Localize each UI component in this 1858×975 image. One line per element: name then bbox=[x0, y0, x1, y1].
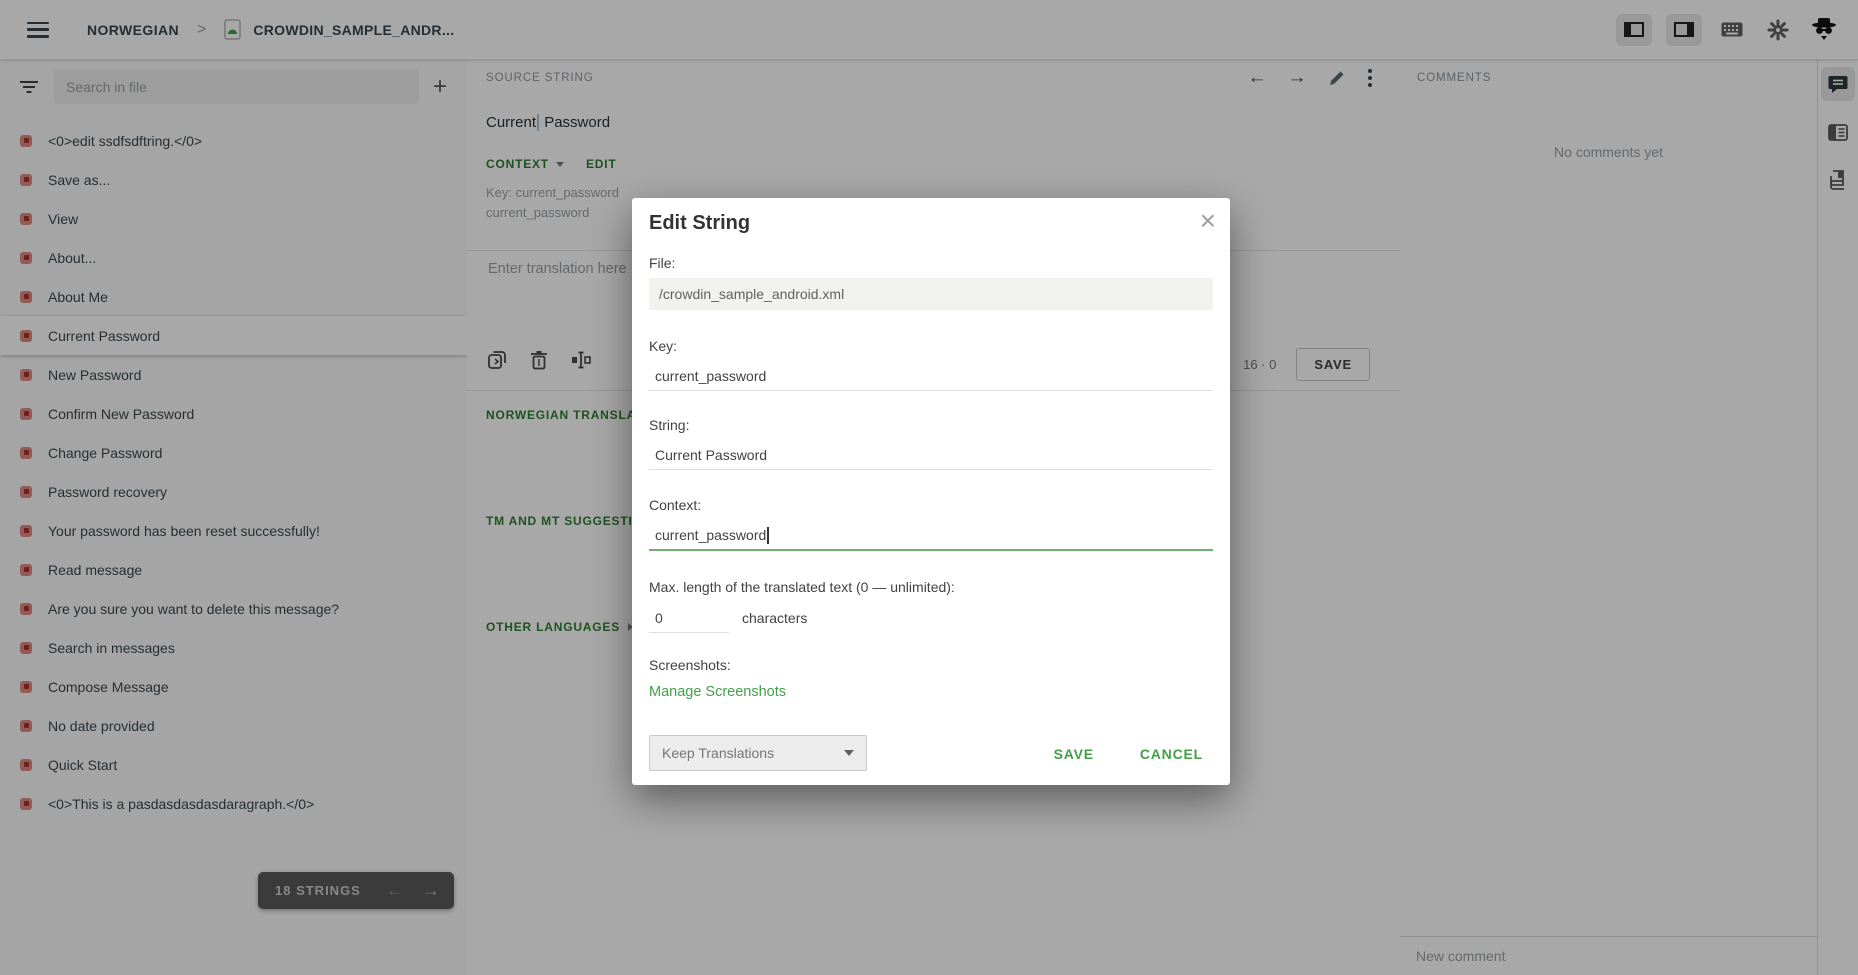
file-label: File: bbox=[649, 255, 675, 271]
modal-title: Edit String bbox=[649, 212, 750, 235]
key-label: Key: bbox=[649, 338, 677, 354]
modal-cancel-button[interactable]: CANCEL bbox=[1130, 738, 1213, 770]
manage-screenshots-link[interactable]: Manage Screenshots bbox=[649, 684, 786, 700]
screenshots-label: Screenshots: bbox=[649, 657, 731, 673]
maxlen-input[interactable] bbox=[649, 604, 729, 633]
maxlen-unit: characters bbox=[742, 610, 807, 626]
text-cursor bbox=[767, 527, 769, 544]
string-label: String: bbox=[649, 417, 689, 433]
keep-translations-value: Keep Translations bbox=[662, 745, 774, 761]
context-input[interactable]: current_password bbox=[649, 521, 1213, 551]
context-label: Context: bbox=[649, 497, 701, 513]
string-input[interactable] bbox=[649, 441, 1213, 470]
close-icon[interactable]: × bbox=[1200, 204, 1216, 238]
edit-string-modal: Edit String × File: /crowdin_sample_andr… bbox=[632, 198, 1230, 785]
key-input[interactable] bbox=[649, 362, 1213, 391]
crowdin-editor: NORWEGIAN > CROWDIN_SAMPLE_ANDR... bbox=[0, 0, 1858, 975]
chevron-down-icon bbox=[844, 750, 854, 756]
file-value: /crowdin_sample_android.xml bbox=[649, 278, 1213, 310]
maxlen-label: Max. length of the translated text (0 — … bbox=[649, 579, 955, 595]
modal-save-button[interactable]: SAVE bbox=[1044, 738, 1104, 770]
keep-translations-select[interactable]: Keep Translations bbox=[649, 735, 867, 771]
